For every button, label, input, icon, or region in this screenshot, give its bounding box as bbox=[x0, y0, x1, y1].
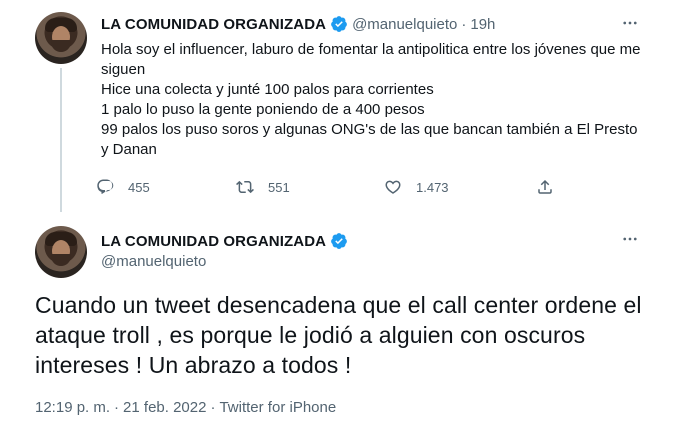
retweet-count: 551 bbox=[268, 179, 290, 195]
tweet-text: Cuando un tweet desencadena que el call … bbox=[35, 292, 642, 378]
tweet-reply-context[interactable]: LA COMUNIDAD ORGANIZADA @manuelquieto · … bbox=[0, 0, 700, 212]
tweet-time[interactable]: 12:19 p. m. bbox=[35, 399, 110, 416]
tweet-text-line: Hice una colecta y junté 100 palos para … bbox=[101, 81, 434, 98]
tweet-actions: 455 551 1.473 bbox=[96, 178, 566, 200]
tweet-source[interactable]: Twitter for iPhone bbox=[219, 399, 336, 416]
thread-line bbox=[60, 68, 62, 212]
display-name[interactable]: LA COMUNIDAD ORGANIZADA bbox=[101, 233, 326, 250]
display-name[interactable]: LA COMUNIDAD ORGANIZADA bbox=[101, 16, 326, 33]
like-count: 1.473 bbox=[416, 179, 449, 195]
verified-badge-icon bbox=[331, 233, 347, 249]
avatar-beard bbox=[51, 254, 71, 266]
more-dots-icon[interactable] bbox=[620, 229, 640, 249]
avatar-beard bbox=[51, 40, 71, 52]
verified-badge-icon bbox=[331, 16, 347, 32]
more-dots-icon[interactable] bbox=[620, 13, 640, 33]
tweet-time[interactable]: 19h bbox=[470, 16, 495, 33]
heart-icon bbox=[385, 180, 401, 194]
separator-dot: · bbox=[210, 399, 216, 416]
tweet-date[interactable]: 21 feb. 2022 bbox=[123, 399, 206, 416]
tweet-meta: 12:19 p. m. · 21 feb. 2022 · Twitter for iPh… bbox=[35, 399, 336, 416]
avatar[interactable] bbox=[35, 226, 87, 278]
tweet-header: LA COMUNIDAD ORGANIZADA @manuelquieto · … bbox=[101, 14, 495, 34]
like-button[interactable]: 1.473 bbox=[384, 178, 449, 196]
tweet-text-line: 1 palo lo puso la gente poniendo de a 40… bbox=[101, 101, 425, 118]
retweet-button[interactable]: 551 bbox=[236, 178, 290, 196]
separator-dot: · bbox=[114, 399, 120, 416]
retweet-icon bbox=[236, 180, 254, 194]
reply-button[interactable]: 455 bbox=[96, 178, 150, 196]
reply-count: 455 bbox=[128, 179, 150, 195]
tweet-text-line: 99 palos los puso soros y algunas ONG's … bbox=[101, 121, 638, 158]
separator-dot: · bbox=[461, 15, 467, 33]
reply-icon bbox=[97, 179, 114, 194]
tweet-header: LA COMUNIDAD ORGANIZADA bbox=[101, 231, 352, 251]
avatar[interactable] bbox=[35, 12, 87, 64]
tweet-text: Hola soy el influencer, laburo de foment… bbox=[101, 40, 641, 160]
share-icon bbox=[538, 179, 552, 194]
handle[interactable]: @manuelquieto bbox=[101, 253, 206, 270]
tweet-text-line: Hola soy el influencer, laburo de foment… bbox=[101, 41, 641, 78]
handle[interactable]: @manuelquieto bbox=[352, 16, 457, 33]
share-button[interactable] bbox=[536, 178, 554, 196]
